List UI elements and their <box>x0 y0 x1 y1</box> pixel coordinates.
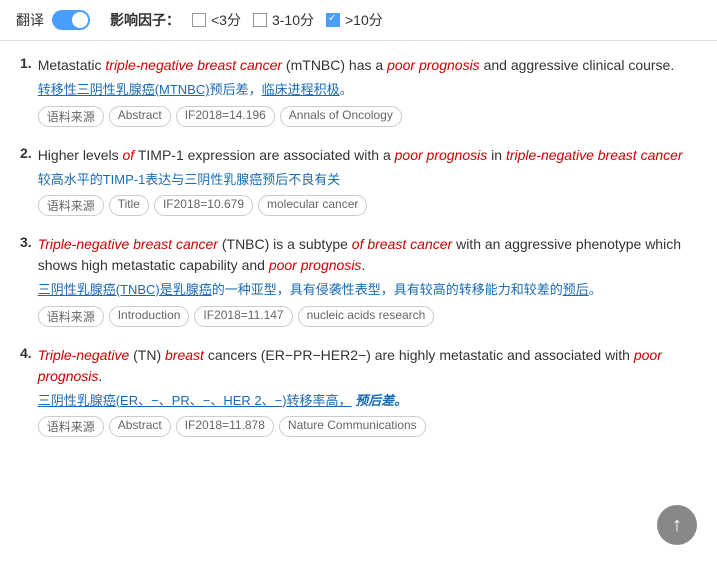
tags-4: 语料来源 Abstract IF2018=11.878 Nature Commu… <box>38 416 697 437</box>
highlight-4-1: Triple-negative <box>38 347 130 363</box>
top-bar: 翻译 影响因子： <3分 3-10分 >10分 <box>0 0 717 41</box>
highlight-4-3: poor prognosis <box>38 347 662 384</box>
highlight-3-3: poor prognosis <box>269 257 362 273</box>
en-text-2: Higher levels of TIMP-1 expression are a… <box>38 145 697 166</box>
highlight-3-1: Triple-negative breast cancer <box>38 236 218 252</box>
tag-abstract-4[interactable]: Abstract <box>109 416 171 437</box>
highlight-4-2: breast <box>165 347 204 363</box>
zh-text-3: 三阴性乳腺癌(TNBC)是乳腺癌的一种亚型，具有侵袭性表型，具有较高的转移能力和… <box>38 280 697 300</box>
zh-text-1: 转移性三阴性乳腺癌(MTNBC)预后差，临床进程积极。 <box>38 80 697 100</box>
item-number-2: 2. <box>20 145 32 217</box>
en-text-3: Triple-negative breast cancer (TNBC) is … <box>38 234 697 276</box>
tags-2: 语料来源 Title IF2018=10.679 molecular cance… <box>38 195 697 216</box>
tag-title-2[interactable]: Title <box>109 195 149 216</box>
scroll-top-icon: ↑ <box>672 514 682 537</box>
tag-if-3: IF2018=11.147 <box>194 306 292 327</box>
impact-section: 影响因子： <3分 3-10分 >10分 <box>110 10 383 30</box>
tag-source-2[interactable]: 语料来源 <box>38 195 104 216</box>
checkbox-3-10[interactable]: 3-10分 <box>253 10 314 30</box>
translate-toggle[interactable] <box>52 10 90 30</box>
en-text-4: Triple-negative (TN) breast cancers (ER−… <box>38 345 697 387</box>
result-item-2: 2. Higher levels of TIMP-1 expression ar… <box>20 145 697 217</box>
result-body-2: Higher levels of TIMP-1 expression are a… <box>38 145 697 217</box>
result-item-3: 3. Triple-negative breast cancer (TNBC) … <box>20 234 697 327</box>
highlight-3-2: of breast cancer <box>352 236 452 252</box>
tag-journal-3[interactable]: nucleic acids research <box>298 306 435 327</box>
results-content: 1. Metastatic triple-negative breast can… <box>0 41 717 469</box>
impact-label: 影响因子： <box>110 10 180 30</box>
result-body-1: Metastatic triple-negative breast cancer… <box>38 55 697 127</box>
result-item-1: 1. Metastatic triple-negative breast can… <box>20 55 697 127</box>
result-body-3: Triple-negative breast cancer (TNBC) is … <box>38 234 697 327</box>
zh-highlight-4-1: 三阴性乳腺癌(ER、−、PR、−、HER 2、−)转移率高， <box>38 393 352 408</box>
translate-section: 翻译 <box>16 10 90 30</box>
result-body-4: Triple-negative (TN) breast cancers (ER−… <box>38 345 697 438</box>
zh-highlight-1-1: 转移性三阴性乳腺癌(MTNBC) <box>38 82 210 97</box>
tags-1: 语料来源 Abstract IF2018=14.196 Annals of On… <box>38 106 697 127</box>
result-item-4: 4. Triple-negative (TN) breast cancers (… <box>20 345 697 438</box>
scroll-top-button[interactable]: ↑ <box>657 505 697 545</box>
checkbox-lt3-label: <3分 <box>211 10 241 30</box>
item-number-4: 4. <box>20 345 32 438</box>
tag-if-4: IF2018=11.878 <box>176 416 274 437</box>
zh-highlight-1-2: 临床进程积极 <box>262 82 340 97</box>
highlight-1-2: poor prognosis <box>387 57 480 73</box>
tags-3: 语料来源 Introduction IF2018=11.147 nucleic … <box>38 306 697 327</box>
checkbox-gt10[interactable]: >10分 <box>326 10 383 30</box>
checkbox-lt3[interactable]: <3分 <box>192 10 241 30</box>
checkbox-lt3-box[interactable] <box>192 13 206 27</box>
highlight-1-1: triple-negative breast cancer <box>105 57 282 73</box>
tag-source-1[interactable]: 语料来源 <box>38 106 104 127</box>
checkbox-3-10-label: 3-10分 <box>272 10 314 30</box>
tag-source-4[interactable]: 语料来源 <box>38 416 104 437</box>
tag-journal-4[interactable]: Nature Communications <box>279 416 426 437</box>
translate-label: 翻译 <box>16 10 44 30</box>
checkbox-gt10-label: >10分 <box>345 10 383 30</box>
item-number-3: 3. <box>20 234 32 327</box>
highlight-2-3: triple-negative breast cancer <box>506 147 683 163</box>
zh-text-2: 较高水平的TIMP-1表达与三阴性乳腺癌预后不良有关 <box>38 170 697 190</box>
tag-journal-2[interactable]: molecular cancer <box>258 195 367 216</box>
checkbox-gt10-box[interactable] <box>326 13 340 27</box>
item-number-1: 1. <box>20 55 32 127</box>
en-text-1: Metastatic triple-negative breast cancer… <box>38 55 697 76</box>
zh-highlight-4-2: 预后差。 <box>352 393 408 408</box>
tag-if-2: IF2018=10.679 <box>154 195 253 216</box>
zh-highlight-3-1: 三阴性乳腺癌(TNBC)是乳腺癌 <box>38 282 212 297</box>
zh-highlight-3-2: 预后 <box>563 282 589 297</box>
highlight-2-1: of <box>123 147 135 163</box>
checkbox-3-10-box[interactable] <box>253 13 267 27</box>
tag-if-1: IF2018=14.196 <box>176 106 275 127</box>
tag-abstract-1[interactable]: Abstract <box>109 106 171 127</box>
highlight-2-2: poor prognosis <box>395 147 488 163</box>
tag-journal-1[interactable]: Annals of Oncology <box>280 106 402 127</box>
tag-intro-3[interactable]: Introduction <box>109 306 190 327</box>
tag-source-3[interactable]: 语料来源 <box>38 306 104 327</box>
zh-text-4: 三阴性乳腺癌(ER、−、PR、−、HER 2、−)转移率高， 预后差。 <box>38 391 697 411</box>
